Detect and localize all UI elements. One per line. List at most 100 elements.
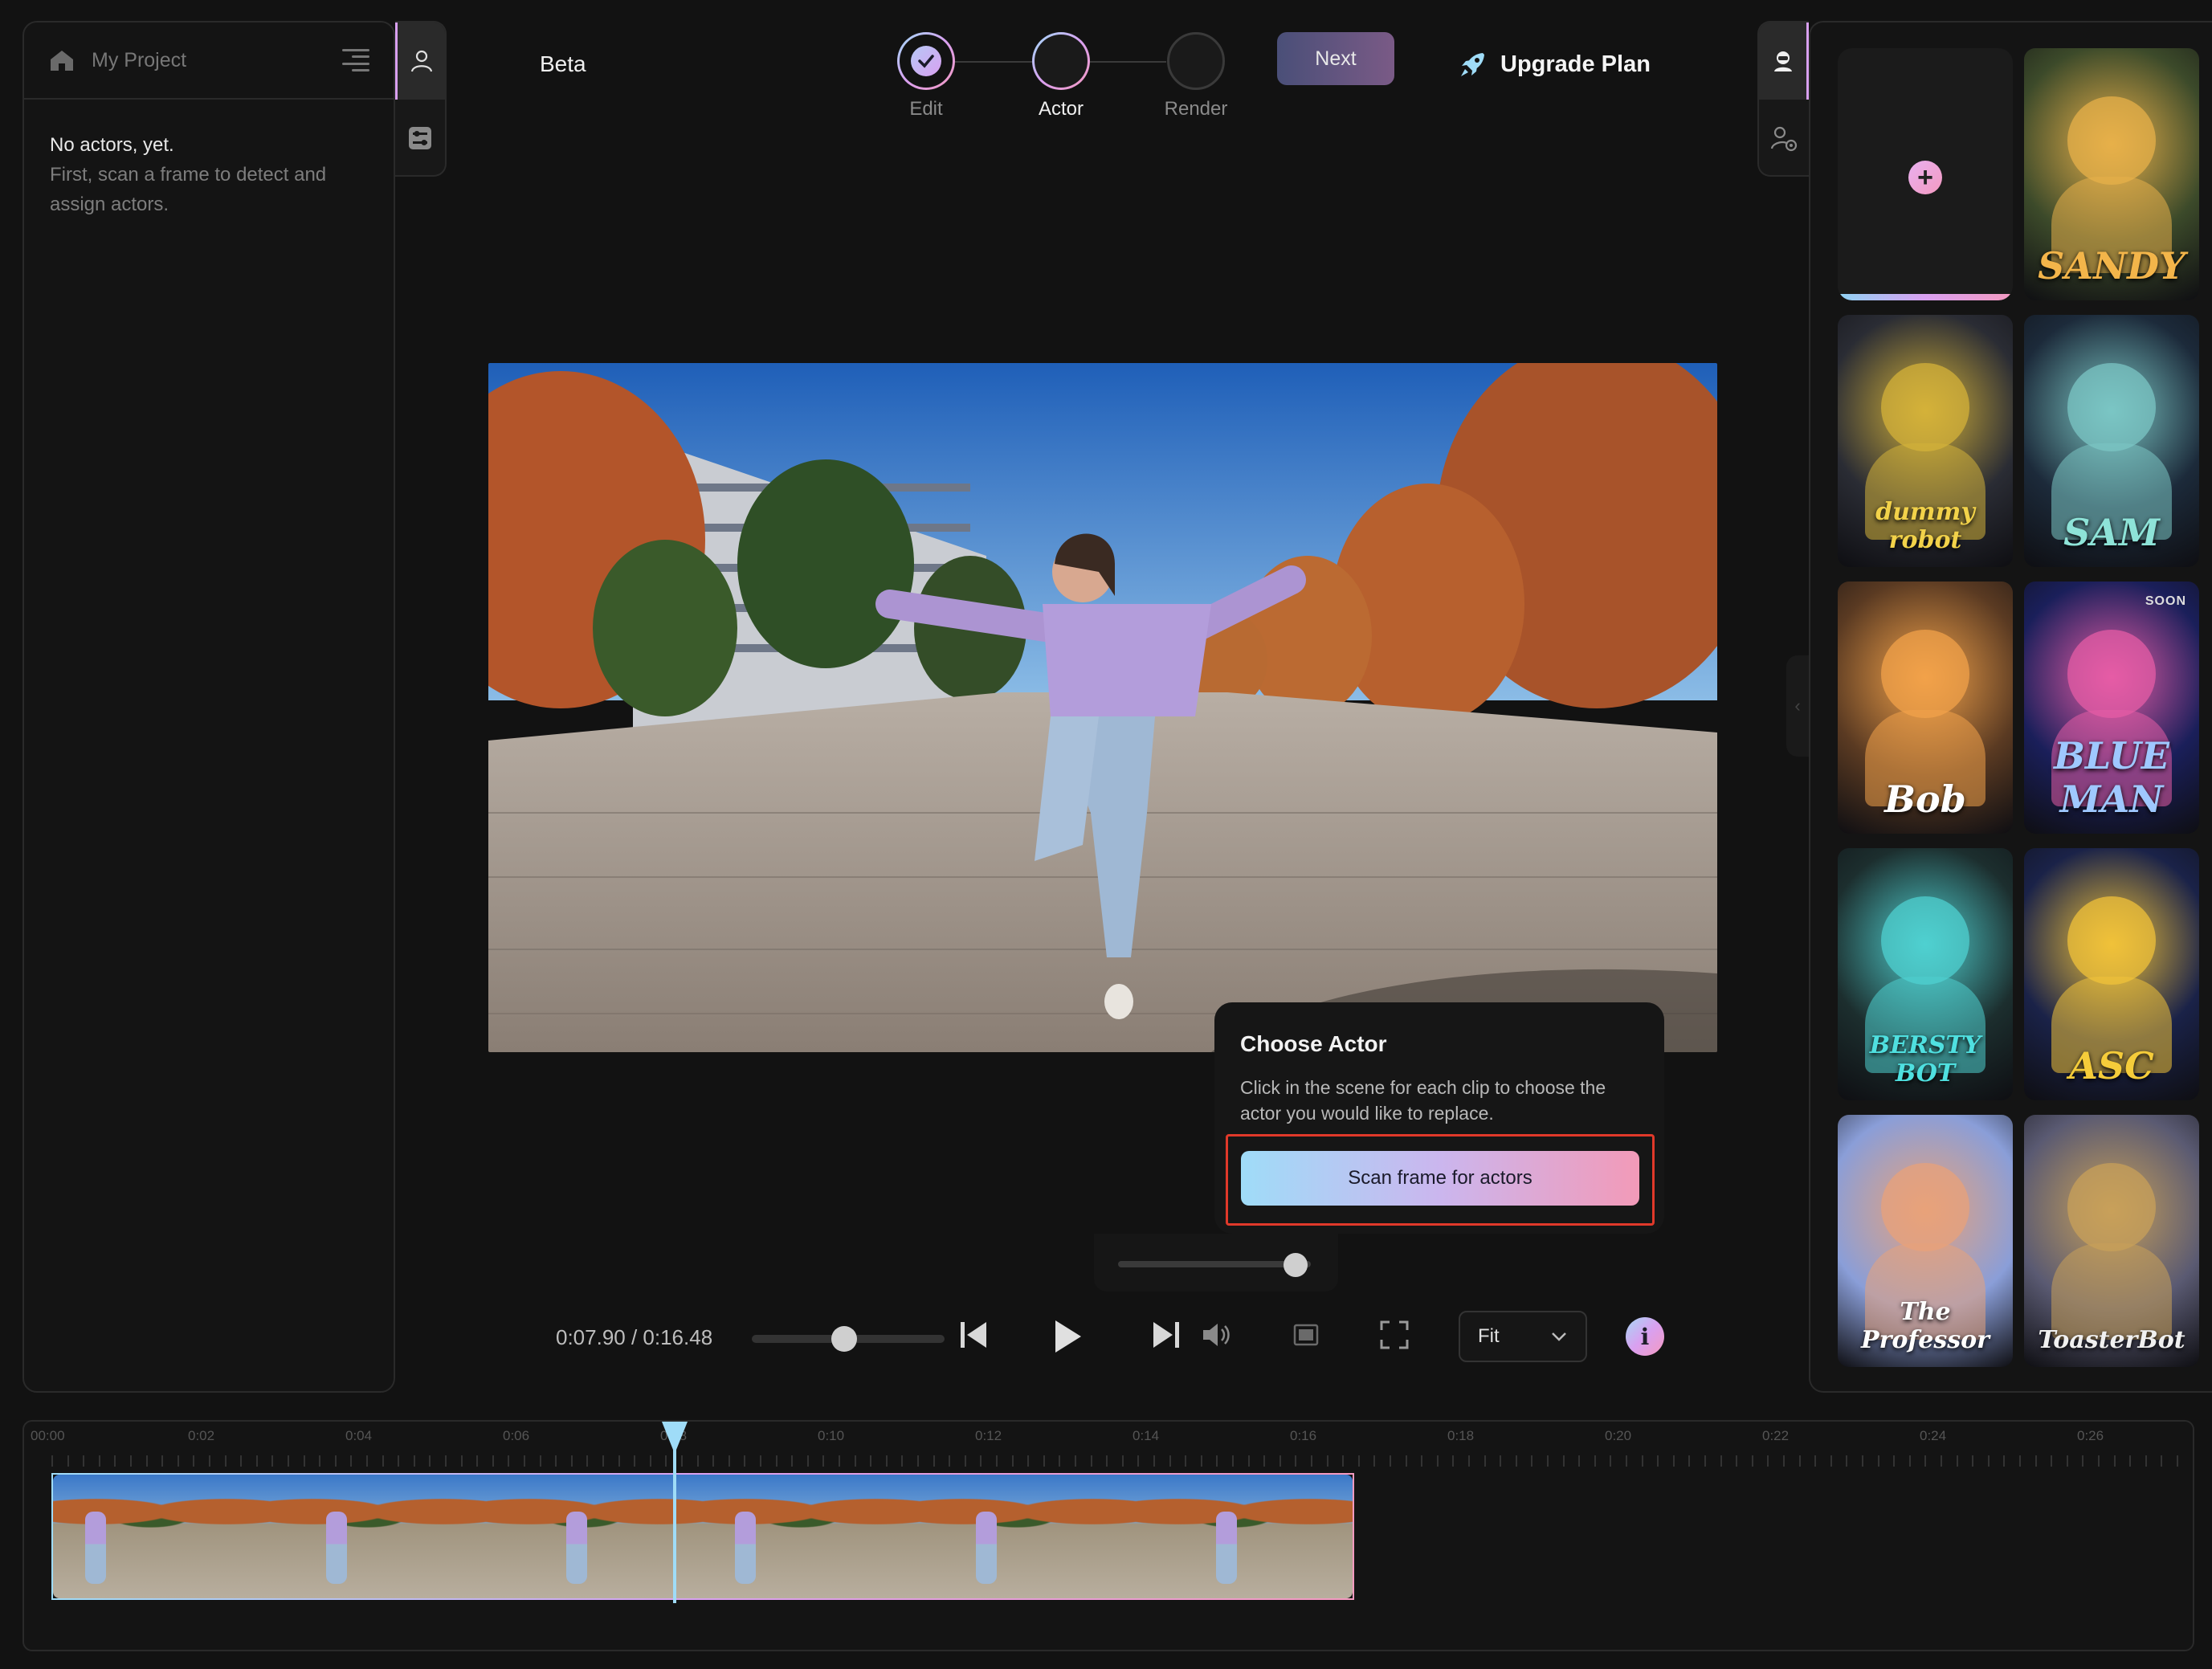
timeline-tick [1263, 1455, 1266, 1467]
actor-card[interactable]: ASC [2024, 848, 2199, 1100]
fullscreen-icon[interactable] [1377, 1316, 1412, 1354]
timeline-tick [1436, 1455, 1439, 1467]
actor-card[interactable]: dummy robot [1838, 315, 2013, 567]
tab-actor-library[interactable] [1759, 22, 1809, 100]
timeline-tick [209, 1455, 210, 1467]
timeline-tick [885, 1455, 888, 1467]
step-actor[interactable] [1032, 32, 1090, 90]
timeline-tick-label: 0:14 [1133, 1428, 1160, 1443]
project-title[interactable]: My Project [92, 49, 342, 72]
step-connector [1089, 61, 1166, 63]
timeline-ruler[interactable]: 00:000:020:040:060:080:100:120:140:160:1… [24, 1422, 2193, 1467]
step-edit[interactable] [897, 32, 955, 90]
step-connector [954, 61, 1033, 63]
playhead[interactable] [662, 1422, 688, 1603]
timeline-tick [665, 1455, 667, 1467]
actor-portrait [1881, 630, 1969, 718]
beta-label: Beta [540, 51, 586, 76]
clip-thumbnail [486, 1475, 704, 1598]
actor-card[interactable]: Bob [1838, 581, 2013, 834]
add-actor-card[interactable]: + [1838, 48, 2013, 300]
home-icon[interactable] [48, 48, 76, 72]
popup-body: Click in the scene for each clip to choo… [1240, 1077, 1606, 1124]
thumb-dancer [975, 1512, 997, 1584]
fit-dropdown[interactable]: Fit [1459, 1311, 1587, 1362]
timeline-tick [2066, 1455, 2068, 1467]
timeline-tick [1688, 1455, 1691, 1467]
actor-card[interactable]: The Professor [1838, 1115, 2013, 1367]
playhead-handle[interactable] [662, 1422, 688, 1454]
timeline-tick [760, 1455, 761, 1467]
actor-card[interactable]: ToasterBot [2024, 1115, 2199, 1367]
timeline-tick [366, 1455, 368, 1467]
timeline-tick [271, 1455, 274, 1467]
video-preview[interactable] [488, 363, 1717, 1052]
video-frame [488, 363, 1717, 1052]
timeline-tick [1311, 1455, 1312, 1467]
timeline-tick [1877, 1455, 1879, 1467]
timeline-tick [382, 1455, 384, 1467]
choose-actor-popup: Choose Actor Click in the scene for each… [1214, 1002, 1664, 1234]
tab-actors[interactable] [395, 22, 445, 100]
timeline-tick-label: 0:04 [345, 1428, 373, 1443]
timeline-tick [1090, 1455, 1092, 1467]
timeline-tick [334, 1455, 337, 1467]
zoom-track[interactable] [1118, 1253, 1311, 1277]
actors-library-panel: + SANDY dummy robot SAM Bob BLUE MAN SOON BERS… [1809, 21, 2212, 1393]
timeline-tick [634, 1455, 636, 1467]
clip-thumbnail [269, 1475, 487, 1598]
collapse-panel-handle[interactable]: ‹ [1786, 655, 1809, 757]
timeline-tick [901, 1455, 904, 1467]
actor-card[interactable]: SANDY [2024, 48, 2199, 300]
timeline-tick [319, 1455, 321, 1467]
volume-icon[interactable] [1198, 1316, 1232, 1354]
timeline-tick [1751, 1455, 1753, 1467]
timeline-tick [255, 1455, 258, 1467]
step-render[interactable] [1167, 32, 1225, 90]
timeline-tick [1295, 1455, 1297, 1467]
picture-in-picture-icon[interactable] [1290, 1316, 1322, 1354]
actor-card[interactable]: SAM [2024, 315, 2199, 567]
timeline-tick [870, 1455, 872, 1467]
timeline-tick [1468, 1455, 1470, 1467]
timeline-tick [1531, 1455, 1533, 1467]
timeline-tick [303, 1455, 305, 1467]
play-icon[interactable] [1047, 1316, 1086, 1357]
timeline-tick [775, 1455, 777, 1467]
timeline-tick [1987, 1455, 1990, 1467]
clip-thumbnail [53, 1475, 270, 1598]
actor-name: dummy robot [1875, 498, 1975, 554]
actor-name: SAM [2063, 511, 2160, 554]
timeline-tick [602, 1455, 604, 1467]
timeline-tick [696, 1455, 699, 1467]
timeline-tick [1846, 1455, 1848, 1467]
timeline-tick [1421, 1455, 1423, 1467]
timeline-tick [288, 1455, 289, 1467]
scrub-track[interactable] [752, 1326, 945, 1352]
actor-card[interactable]: BLUE MAN SOON [2024, 581, 2199, 834]
tab-adjustments[interactable] [395, 100, 445, 177]
timeline-tick [1326, 1455, 1328, 1467]
next-button[interactable]: Next [1277, 32, 1394, 85]
actor-body [2051, 1243, 2172, 1340]
scrub-handle[interactable] [831, 1326, 858, 1352]
skip-forward-icon[interactable] [1149, 1316, 1184, 1354]
menu-icon[interactable] [342, 49, 369, 71]
timeline-tick [350, 1455, 353, 1467]
zoom-handle[interactable] [1283, 1253, 1308, 1277]
upgrade-plan-button[interactable]: Upgrade Plan [1459, 50, 1651, 79]
info-icon[interactable]: i [1626, 1317, 1664, 1356]
timeline-tick [1515, 1455, 1517, 1467]
skip-back-icon[interactable] [956, 1316, 991, 1354]
actor-card[interactable]: BERSTY BOT [1838, 848, 2013, 1100]
actor-portrait [2067, 1163, 2156, 1251]
scan-frame-button[interactable]: Scan frame for actors [1241, 1151, 1639, 1206]
timeline-tick [2161, 1455, 2163, 1467]
video-clip[interactable] [51, 1473, 1354, 1600]
timeline-tick [806, 1455, 809, 1467]
timeline-tick [413, 1455, 415, 1467]
soon-badge: SOON [2145, 594, 2186, 608]
chevron-down-icon [1552, 1332, 1566, 1341]
tab-actor-settings[interactable] [1759, 100, 1809, 177]
actor-portrait [2067, 363, 2156, 451]
